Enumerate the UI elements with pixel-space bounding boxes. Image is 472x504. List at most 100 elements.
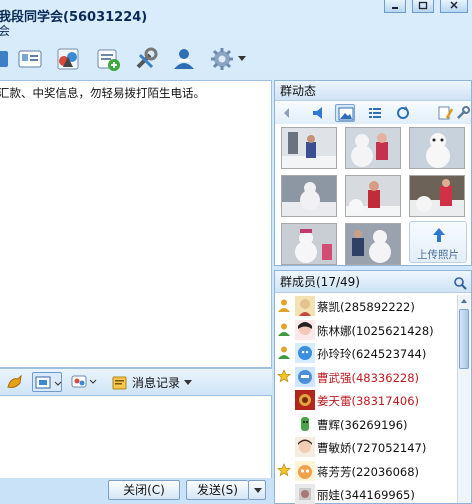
avatar <box>295 460 315 481</box>
member-row[interactable]: 蔡凯(285892222) <box>275 295 457 319</box>
shake-icon <box>7 374 22 388</box>
photo-thumbnail[interactable] <box>409 175 465 217</box>
security-notice: 汇款、中奖信息，勿轻易拨打陌生电话。 <box>0 86 205 100</box>
group-card-button[interactable] <box>16 45 44 73</box>
photo-thumbnail[interactable] <box>281 223 337 265</box>
member-name: 曹武强(48336228) <box>317 370 420 385</box>
tab-refresh[interactable] <box>393 104 413 122</box>
notice-add-icon <box>97 49 120 71</box>
window-title: 我段同学会(56031224) <box>0 10 148 25</box>
gear-icon <box>211 48 233 70</box>
photo-thumbnail[interactable] <box>345 175 401 217</box>
photo-thumbnail[interactable] <box>345 223 401 265</box>
message-input[interactable] <box>0 396 272 478</box>
photo-thumbnail[interactable] <box>281 175 337 217</box>
member-row[interactable]: 丽娃(344169965) <box>275 483 457 504</box>
chat-mode-button[interactable] <box>70 373 100 391</box>
message-record-icon <box>112 376 127 389</box>
minimize-icon <box>392 7 398 9</box>
send-options-button[interactable] <box>248 480 266 500</box>
avatar <box>295 413 315 434</box>
close-button[interactable]: 关闭(C) <box>108 480 180 500</box>
person-badge-icon <box>278 323 290 336</box>
avatar <box>295 437 315 457</box>
member-row[interactable]: 曹辉(36269196) <box>275 413 457 437</box>
avatar <box>295 366 315 387</box>
member-row[interactable]: 孙玲玲(624523744) <box>275 342 457 366</box>
member-name: 陈林娜(1025621428) <box>317 323 434 338</box>
snow-photo-image <box>282 128 336 168</box>
snow-photo-image <box>410 176 464 216</box>
member-name: 蔡凯(285892222) <box>317 300 415 314</box>
member-row[interactable]: 曹武强(48336228) <box>275 366 457 390</box>
group-tools-button[interactable] <box>132 45 160 73</box>
tab-settings[interactable] <box>453 104 472 122</box>
snowman-photo-image <box>410 128 464 168</box>
avatar <box>295 390 315 410</box>
tab-list[interactable] <box>365 104 385 122</box>
person-badge-icon <box>278 299 290 312</box>
list-icon <box>369 108 381 118</box>
tab-photos[interactable] <box>335 104 355 122</box>
chat-message-area[interactable]: 汇款、中奖信息，勿轻易拨打陌生电话。 <box>0 80 272 368</box>
member-row[interactable]: 陈林娜(1025621428) <box>275 319 457 343</box>
snowman-photo-image <box>346 224 400 264</box>
avatar <box>295 319 315 340</box>
person-badge-icon <box>278 346 290 359</box>
message-record-label: 消息记录 <box>132 376 181 390</box>
photo-thumbnail[interactable] <box>345 127 401 169</box>
group-dynamic-header: 群动态 <box>275 81 471 101</box>
scroll-thumb[interactable] <box>459 309 469 369</box>
member-name: 曹辉(36269196) <box>317 417 408 432</box>
refresh-icon <box>397 106 409 119</box>
group-members-title: 群成员(17/49) <box>280 275 360 289</box>
member-row[interactable]: 曹敏娇(727052147) <box>275 436 457 460</box>
member-row[interactable]: 蒋芳芳(22036068) <box>275 460 457 484</box>
photo-thumbnail[interactable] <box>409 127 465 169</box>
maximize-icon <box>418 1 428 10</box>
upload-photo-button[interactable]: 上传照片 <box>409 221 467 263</box>
chevron-down-icon[interactable] <box>238 56 246 61</box>
message-record-button[interactable]: 消息记录 <box>112 374 193 391</box>
photo-thumbnail[interactable] <box>281 127 337 169</box>
minimize-button[interactable] <box>384 0 406 13</box>
group-share-button[interactable] <box>54 45 82 73</box>
group-settings-button[interactable] <box>170 45 198 73</box>
avatar <box>295 296 315 316</box>
group-notice-button[interactable] <box>94 45 122 73</box>
wrench-icon <box>457 106 470 119</box>
member-list-scrollbar[interactable] <box>457 295 470 503</box>
snowman-photo-image <box>346 128 400 168</box>
screenshot-button[interactable] <box>32 372 62 392</box>
group-dynamic-panel: 群动态 上传照片 <box>274 80 472 266</box>
more-settings-button[interactable] <box>208 45 236 73</box>
search-icon <box>454 277 467 290</box>
chevron-down-icon <box>254 488 262 493</box>
snowman-photo-image <box>282 176 336 216</box>
edit-icon <box>438 106 454 120</box>
tab-speaker[interactable] <box>309 104 329 122</box>
speaker-icon <box>313 107 322 119</box>
group-members-header: 群成员(17/49) <box>275 271 471 293</box>
star-badge-icon <box>277 368 291 382</box>
member-row[interactable]: 姜天雷(38317406) <box>275 389 457 413</box>
member-search-button[interactable] <box>453 275 467 290</box>
tabs-scroll-left-button[interactable] <box>277 104 297 122</box>
maximize-button[interactable] <box>412 0 434 13</box>
scroll-up-icon[interactable] <box>458 295 470 307</box>
shake-window-button[interactable] <box>6 373 24 391</box>
member-list: 蔡凯(285892222) 陈林娜(1025621428) 孙玲玲(624523… <box>275 295 457 504</box>
screenshot-icon <box>35 376 62 389</box>
member-name: 曹敏娇(727052147) <box>317 441 427 455</box>
input-toolbar: 消息记录 <box>0 368 272 396</box>
title-bar: 我段同学会(56031224) 会 <box>0 0 472 38</box>
tools-icon <box>136 47 158 69</box>
id-card-icon <box>18 50 42 68</box>
tab-edit[interactable] <box>435 104 455 122</box>
member-name: 姜天雷(38317406) <box>317 394 420 408</box>
member-name: 蒋芳芳(22036068) <box>317 464 420 479</box>
send-button[interactable]: 发送(S) <box>186 480 248 500</box>
upload-arrow-icon <box>433 228 445 242</box>
user-settings-icon <box>174 49 194 69</box>
close-window-button[interactable] <box>440 0 468 13</box>
